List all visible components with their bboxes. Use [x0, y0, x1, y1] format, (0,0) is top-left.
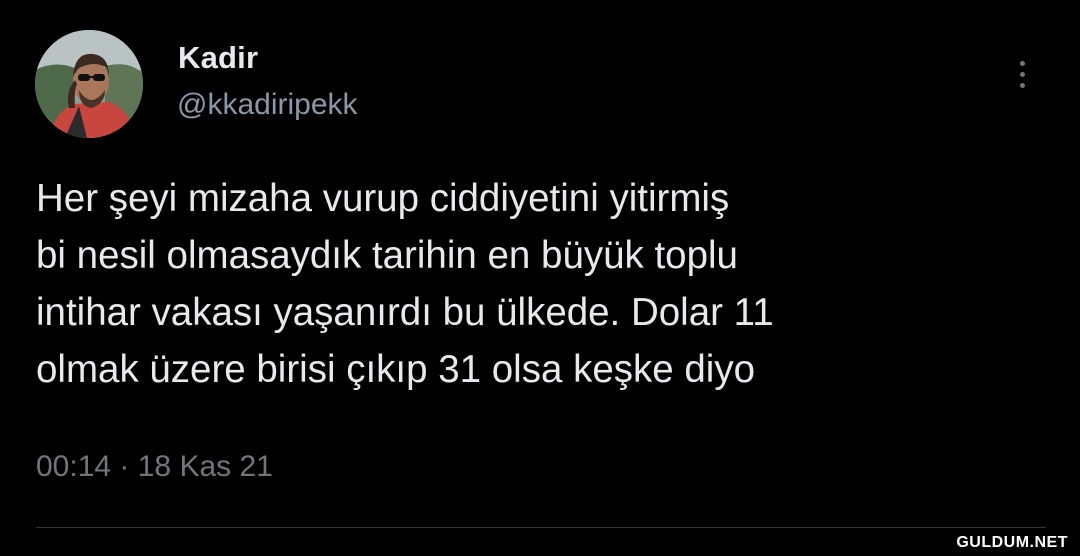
display-name[interactable]: Kadir [178, 40, 258, 76]
more-dot [1020, 83, 1025, 88]
watermark: GULDUM.NET [956, 534, 1068, 551]
avatar-image [35, 30, 143, 138]
divider [36, 527, 1046, 528]
user-handle[interactable]: @kkadiripekk [177, 88, 358, 122]
tweet-text-line: bi nesil olmasaydık tarihin en büyük top… [36, 234, 738, 277]
avatar[interactable] [35, 30, 143, 138]
more-vertical-icon[interactable] [1012, 54, 1034, 98]
tweet-text-line: olmak üzere birisi çıkıp 31 olsa keşke d… [36, 348, 755, 391]
tweet-text-line: intihar vakası yaşanırdı bu ülkede. Dola… [36, 291, 774, 334]
more-dot [1020, 72, 1025, 77]
tweet-card: Kadir @kkadiripekk Her şeyi mizaha vurup… [0, 0, 1080, 556]
tweet-text-line: Her şeyi mizaha vurup ciddiyetini yitirm… [36, 177, 730, 220]
tweet-text: Her şeyi mizaha vurup ciddiyetini yitirm… [36, 170, 1036, 398]
more-dot [1020, 61, 1025, 66]
tweet-timestamp[interactable]: 00:14 · 18 Kas 21 [36, 450, 273, 484]
